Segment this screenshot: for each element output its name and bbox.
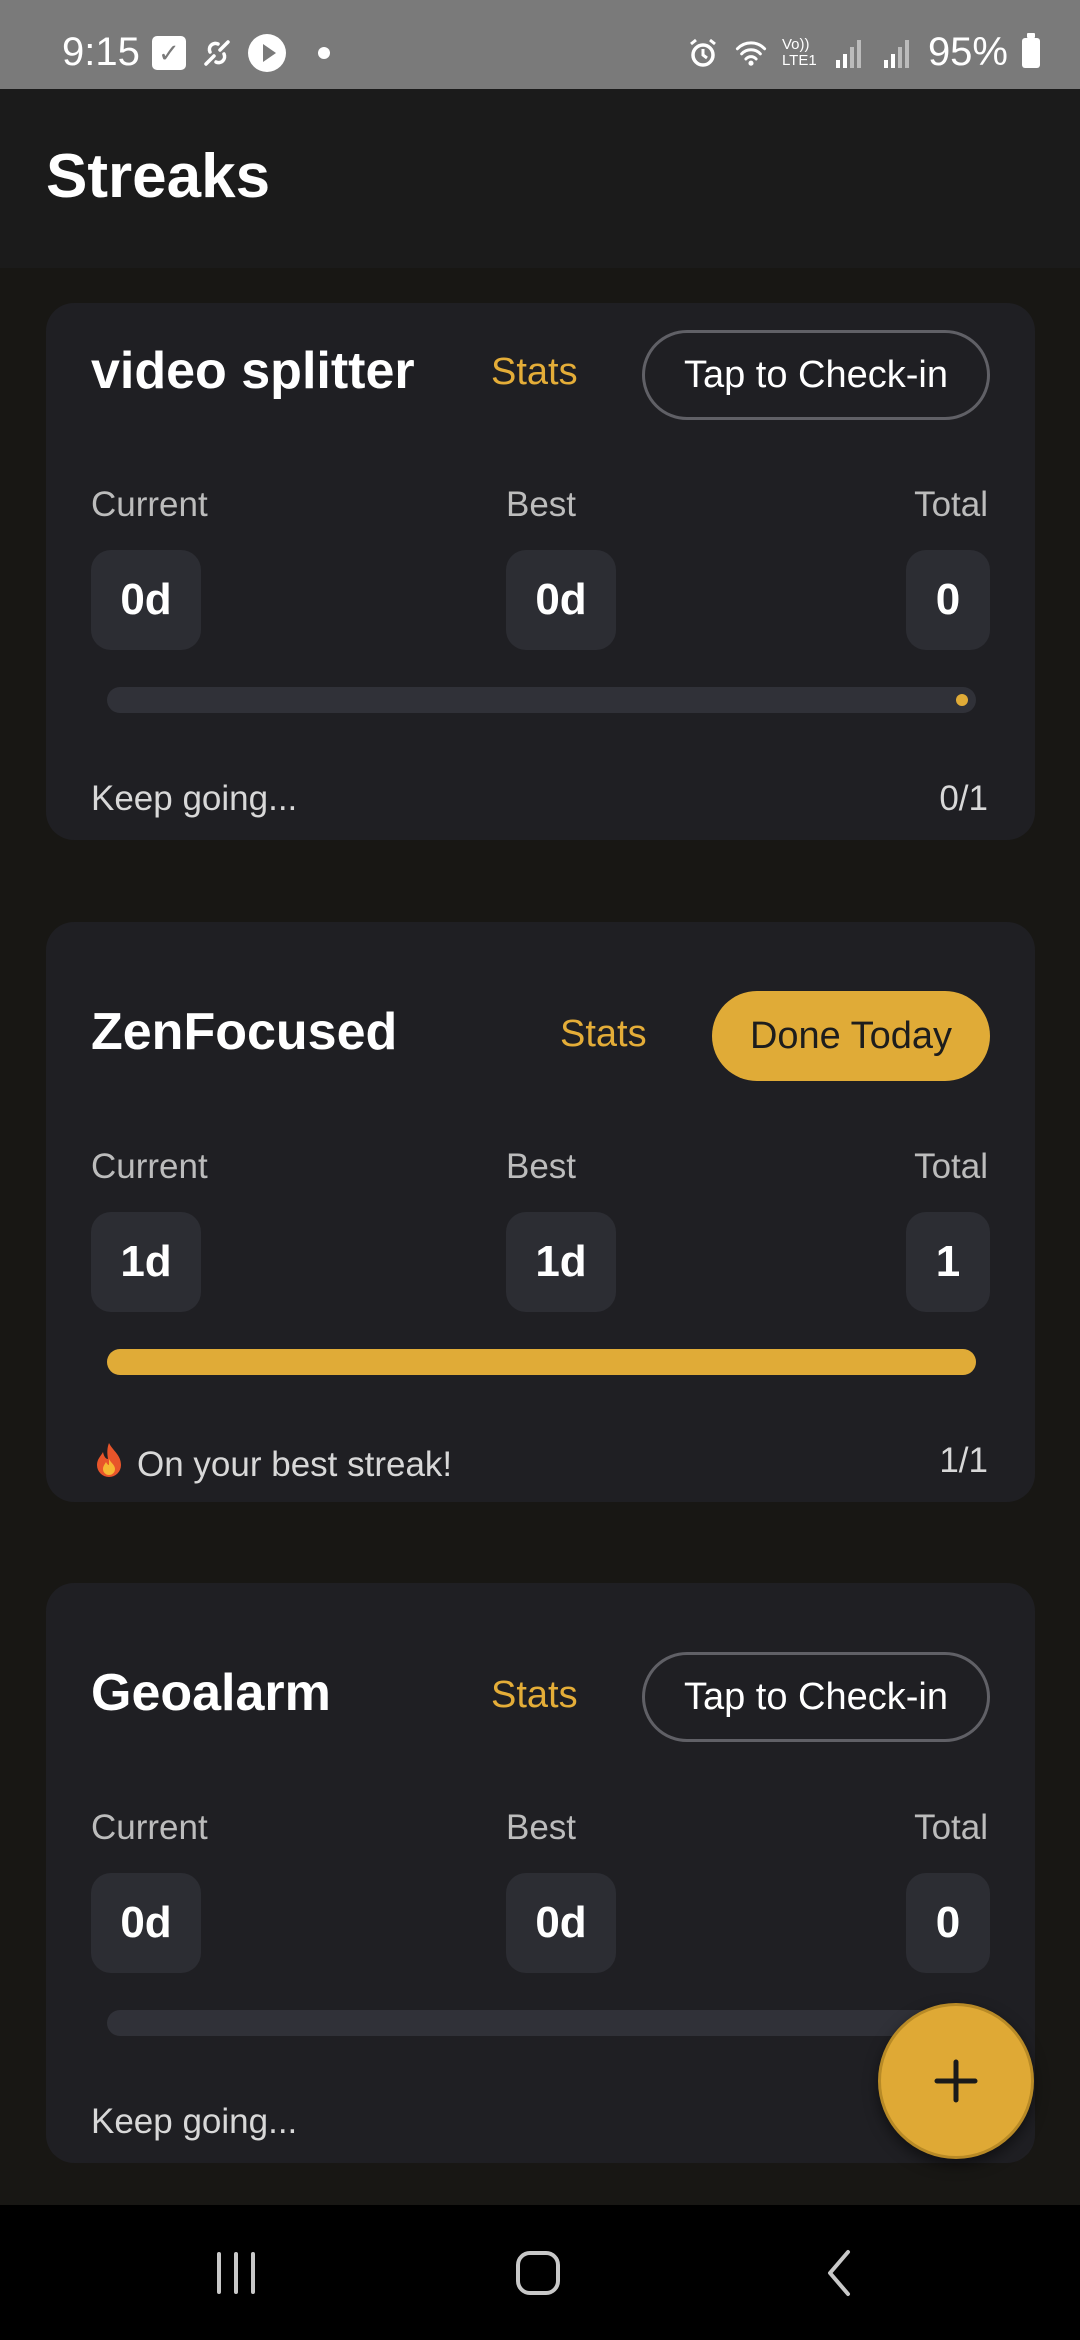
home-icon	[516, 2250, 560, 2295]
status-message: Keep going...	[91, 2102, 298, 2141]
current-streak-value: 0d	[91, 1873, 201, 1973]
app-bar: Streaks	[0, 89, 1080, 268]
best-label: Best	[506, 1147, 577, 1186]
progress-bar	[107, 2010, 976, 2036]
status-message: On your best streak!	[137, 1444, 453, 1484]
total-label: Total	[914, 1808, 988, 1847]
stats-button[interactable]: Stats	[491, 1674, 578, 1717]
best-streak-value: 0d	[506, 550, 616, 650]
link-icon	[200, 36, 234, 70]
progress-bar	[107, 1349, 976, 1375]
total-label: Total	[914, 1147, 988, 1186]
volte-label: Vo)) LTE1	[781, 35, 817, 69]
plus-icon	[934, 2059, 978, 2103]
fire-icon	[91, 1441, 127, 1488]
best-label: Best	[506, 485, 577, 524]
play-icon	[248, 34, 286, 72]
signal-icon-1	[832, 36, 866, 70]
best-streak-value: 0d	[506, 1873, 616, 1973]
back-icon	[828, 2249, 850, 2296]
streak-card-zenfocused: ZenFocused Stats Done Today Current Best…	[46, 922, 1035, 1502]
best-streak-value: 1d	[506, 1212, 616, 1312]
recents-icon	[217, 2251, 255, 2294]
battery-percent: 95%	[927, 30, 1008, 74]
streak-list[interactable]: video splitter Stats Tap to Check-in Cur…	[0, 268, 1080, 2205]
progress-count: 1/1	[939, 1441, 988, 1480]
stats-button[interactable]: Stats	[560, 1013, 647, 1056]
streak-name: video splitter	[91, 342, 415, 400]
current-streak-value: 0d	[91, 550, 201, 650]
recents-button[interactable]	[156, 2205, 316, 2340]
current-label: Current	[91, 1808, 208, 1847]
checkbox-icon: ✓	[152, 36, 186, 70]
done-today-button[interactable]: Done Today	[712, 991, 990, 1081]
total-value: 1	[906, 1212, 990, 1312]
system-nav-bar	[0, 2205, 1080, 2340]
progress-indicator-dot	[956, 694, 968, 706]
add-streak-button[interactable]	[878, 2003, 1034, 2159]
alarm-icon	[686, 36, 720, 70]
page-title: Streaks	[46, 142, 271, 211]
check-in-button[interactable]: Tap to Check-in	[642, 1652, 990, 1742]
progress-count: 0/1	[939, 779, 988, 818]
wifi-icon	[734, 36, 768, 70]
best-label: Best	[506, 1808, 577, 1847]
streak-card-video-splitter: video splitter Stats Tap to Check-in Cur…	[46, 303, 1035, 840]
back-button[interactable]	[760, 2205, 920, 2340]
status-message: Keep going...	[91, 779, 298, 818]
total-label: Total	[914, 485, 988, 524]
current-label: Current	[91, 1147, 208, 1186]
home-button[interactable]	[458, 2205, 618, 2340]
battery-icon	[1022, 32, 1040, 68]
more-notifications-dot-icon	[318, 47, 330, 59]
status-message-row: On your best streak!	[91, 1441, 452, 1488]
status-time: 9:15	[62, 30, 140, 74]
progress-bar	[107, 687, 976, 713]
check-in-button[interactable]: Tap to Check-in	[642, 330, 990, 420]
current-label: Current	[91, 485, 208, 524]
stats-button[interactable]: Stats	[491, 351, 578, 394]
notification-icons: ✓	[152, 34, 330, 72]
progress-fill	[107, 1349, 976, 1375]
streak-name: ZenFocused	[91, 1003, 398, 1061]
total-value: 0	[906, 1873, 990, 1973]
total-value: 0	[906, 550, 990, 650]
status-bar: 9:15 ✓ Vo)) LTE1 95%	[0, 0, 1080, 89]
streak-name: Geoalarm	[91, 1664, 331, 1722]
signal-icon-2	[880, 36, 914, 70]
system-icons: Vo)) LTE1 95%	[686, 30, 1040, 75]
current-streak-value: 1d	[91, 1212, 201, 1312]
